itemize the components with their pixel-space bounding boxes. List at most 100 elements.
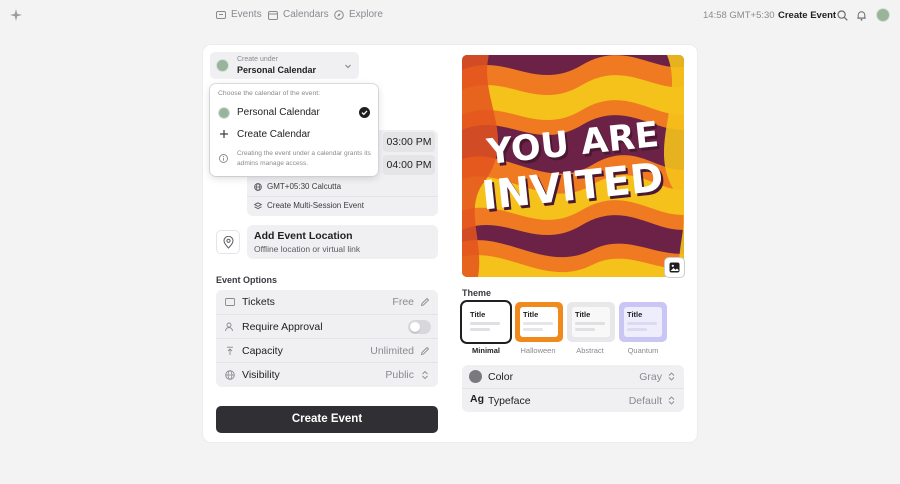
theme-name-minimal: Minimal [472, 346, 500, 355]
ticket-icon [216, 10, 226, 19]
color-value: Gray [639, 371, 662, 383]
option-capacity[interactable]: Capacity Unlimited [216, 338, 438, 362]
end-time[interactable]: 04:00 PM [383, 155, 435, 175]
dropdown-option-label: Personal Calendar [237, 107, 320, 118]
image-icon [669, 262, 680, 273]
option-value: Free [392, 296, 414, 308]
current-time: 14:58 GMT+5:30 [703, 10, 775, 21]
bell-icon[interactable] [856, 10, 867, 21]
theme-preview-line [523, 322, 553, 325]
calendar-avatar [216, 59, 229, 72]
theme-label: Theme [462, 288, 492, 298]
create-event-link[interactable]: Create Event [778, 10, 836, 21]
toggle-knob [410, 322, 420, 332]
nav-calendars[interactable]: Calendars [268, 9, 329, 20]
option-tickets[interactable]: Tickets Free [216, 290, 438, 314]
theme-preview-line [627, 328, 647, 331]
calendar-dropdown: Choose the calendar of the event: Person… [210, 84, 378, 176]
nav-calendars-label: Calendars [283, 9, 329, 20]
require-approval-toggle[interactable] [408, 320, 431, 334]
plus-icon [220, 130, 228, 138]
option-label: Visibility [242, 369, 280, 381]
change-image-button[interactable] [665, 258, 684, 277]
theme-name-halloween: Halloween [520, 346, 556, 355]
color-selector[interactable]: Color Gray [462, 365, 684, 388]
nav-events[interactable]: Events [216, 9, 262, 20]
theme-preview-line [627, 322, 657, 325]
event-options-panel: Tickets Free Require Approval Capacity U… [216, 290, 438, 387]
ticket-icon [225, 298, 235, 306]
chevron-down-icon [345, 64, 351, 69]
globe-icon [254, 182, 262, 191]
add-location-button[interactable]: Add Event Location Offline location or v… [247, 225, 438, 259]
timezone-selector[interactable]: GMT+05:30 Calcutta [254, 182, 341, 191]
appearance-settings: Color Gray Ag Typeface Default [462, 365, 684, 412]
typeface-value: Default [628, 395, 662, 407]
location-icon-box [216, 230, 240, 254]
theme-preview-line [575, 322, 605, 325]
option-value: Unlimited [370, 345, 414, 357]
create-event-button[interactable]: Create Event [216, 406, 438, 433]
option-visibility[interactable]: Visibility Public [216, 362, 438, 386]
location-title: Add Event Location [254, 230, 353, 242]
theme-abstract[interactable]: Title [567, 302, 615, 342]
dropdown-info-text: Creating the event under a calendar gran… [237, 150, 371, 167]
dropdown-option-label: Create Calendar [237, 129, 311, 140]
option-require-approval: Require Approval [216, 314, 438, 338]
chevron-up-down-icon [422, 370, 428, 380]
user-avatar[interactable] [876, 8, 890, 22]
theme-quantum[interactable]: Title [619, 302, 667, 342]
chevron-up-down-icon [668, 396, 675, 405]
multi-session-button[interactable]: Create Multi-Session Event [254, 201, 364, 210]
timezone-label: GMT+05:30 Calcutta [267, 182, 342, 191]
map-pin-icon [223, 236, 234, 249]
dropdown-option-create-calendar[interactable]: Create Calendar [210, 125, 378, 145]
compass-icon [334, 9, 344, 20]
info-icon [219, 154, 228, 163]
option-value: Public [385, 369, 414, 381]
theme-name-abstract: Abstract [576, 346, 604, 355]
layers-icon [254, 201, 262, 209]
pencil-icon[interactable] [420, 346, 430, 356]
globe-icon [225, 370, 235, 380]
pencil-icon[interactable] [420, 297, 430, 307]
calendar-icon [268, 10, 278, 20]
theme-minimal[interactable]: Title [462, 302, 510, 342]
calendar-selector-sublabel: Create under [237, 56, 278, 63]
theme-preview-title: Title [575, 310, 591, 319]
dropdown-option-personal-calendar[interactable]: Personal Calendar [210, 103, 378, 123]
event-options-label: Event Options [216, 275, 278, 285]
dropdown-heading: Choose the calendar of the event: [218, 90, 321, 97]
theme-preview-line [470, 328, 490, 331]
theme-preview-title: Title [523, 310, 539, 319]
theme-preview-title: Title [627, 310, 643, 319]
typeface-selector[interactable]: Ag Typeface Default [462, 389, 684, 412]
nav-explore-label: Explore [349, 9, 383, 20]
start-time[interactable]: 03:00 PM [383, 132, 435, 152]
calendar-selector-value: Personal Calendar [237, 65, 317, 75]
nav-explore[interactable]: Explore [334, 9, 383, 20]
typeface-label: Typeface [488, 395, 531, 407]
color-label: Color [488, 371, 514, 383]
sparkle-logo-icon[interactable] [9, 8, 23, 22]
theme-preview-line [523, 328, 543, 331]
location-subtitle: Offline location or virtual link [254, 244, 361, 254]
theme-preview-line [470, 322, 500, 325]
calendar-selector[interactable]: Create under Personal Calendar [210, 52, 359, 79]
color-swatch [469, 370, 482, 383]
divider [247, 196, 438, 197]
theme-name-quantum: Quantum [627, 346, 659, 355]
nav-events-label: Events [231, 9, 262, 20]
option-label: Tickets [242, 296, 275, 308]
search-icon[interactable] [837, 10, 848, 21]
chevron-up-down-icon [668, 372, 675, 381]
theme-preview-title: Title [470, 310, 486, 319]
invite-artwork: YOU ARE YOU ARE INVITED INVITED [462, 55, 684, 277]
option-label: Require Approval [242, 321, 323, 333]
theme-halloween[interactable]: Title [515, 302, 563, 342]
user-check-icon [225, 322, 233, 332]
top-nav: Events Calendars Explore 14:58 GMT+5:30 … [0, 0, 900, 30]
typeface-icon: Ag [470, 393, 484, 405]
arrow-up-icon [227, 346, 233, 355]
option-label: Capacity [242, 345, 283, 357]
